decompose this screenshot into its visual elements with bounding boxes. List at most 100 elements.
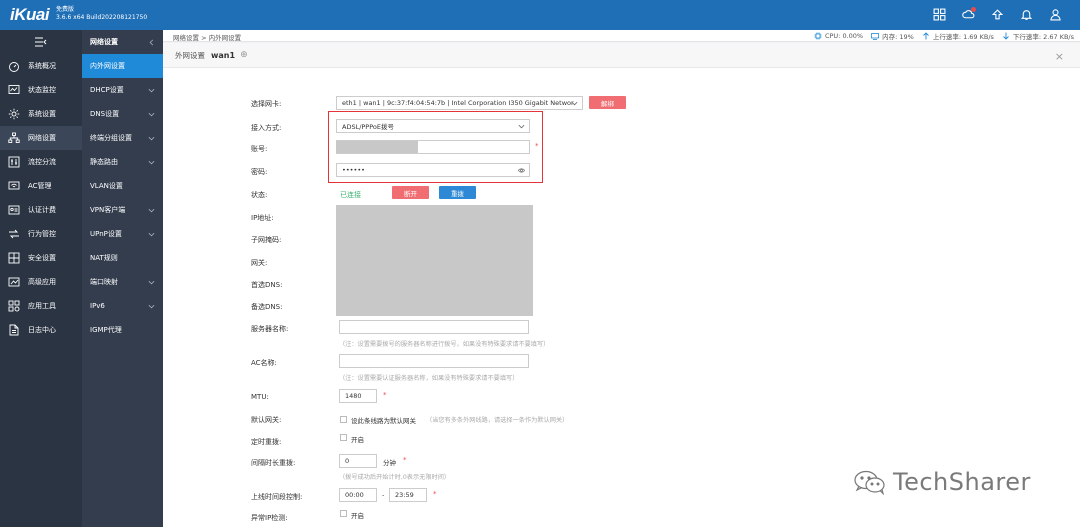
sidebar-item[interactable]: 安全设置 [0,246,82,270]
chevron-left-icon [149,39,154,45]
sidebar-item[interactable]: 日志中心 [0,318,82,342]
subnav-item-label: UPnP设置 [90,230,122,238]
dns1-label: 首选DNS: [251,281,283,289]
online-time-label: 上线时间段控制: [251,493,303,501]
chevron-down-icon [148,112,155,116]
subnav-item-label: VPN客户端 [90,206,126,214]
password-input[interactable]: •••••• [336,163,530,177]
abnormal-ip-checkbox[interactable] [340,510,347,517]
chevron-down-icon [148,160,155,164]
subnav-item[interactable]: DNS设置 [82,102,163,126]
secondary-sidebar: 网络设置 内外网设置 DHCP设置 DNS设置 终端分组设置静态路由 VLAN设置 VPN… [82,30,163,527]
network-icon [8,132,20,143]
memory-text: 内存: 19% [882,33,914,41]
chevron-down-icon [518,124,525,129]
sidebar-item[interactable]: 系统概况 [0,54,82,78]
online-separator: - [382,491,385,499]
access-method-select[interactable]: ADSL/PPPoE拨号 [336,119,530,133]
sidebar-item[interactable]: 应用工具 [0,294,82,318]
cpu-text: CPU: 0.00% [824,32,864,40]
sidebar-item-label: 状态监控 [28,86,56,94]
default-gateway-text: 设此条线路为默认网关 [351,417,416,425]
default-gateway-hint: （当您有多条外网线路，请选择一条作为默认网关） [426,417,569,424]
close-icon[interactable]: × [1055,50,1064,63]
required-mark: * [433,490,437,498]
sidebar-item[interactable]: 状态监控 [0,78,82,102]
online-from-value: 00:00 [345,491,364,499]
cloud-icon[interactable] [962,7,976,21]
logo: iKuai [10,5,50,24]
subnav-item-label: 内外网设置 [90,62,125,70]
version-info: 免费版 3.6.6 x64 Build202208121750 [56,6,147,22]
notification-dot [971,7,976,12]
chevron-down-icon [148,232,155,236]
online-to-value: 23:59 [395,491,414,499]
add-icon[interactable]: ⊕ [240,50,248,60]
subnav-item[interactable]: VPN客户端 [82,198,163,222]
subnav-header[interactable]: 网络设置 [82,30,163,54]
access-method-value: ADSL/PPPoE拨号 [342,123,394,131]
subnav-item[interactable]: NAT规则 [82,246,163,270]
chevron-down-icon [148,304,155,308]
nic-select[interactable]: eth1 | wan1 | 9c:37:f4:04:54:7b | Intel … [336,96,583,110]
status-label: 状态: [251,191,268,199]
abnormal-ip-text: 开启 [351,512,364,520]
unbind-button[interactable]: 解绑 [589,96,626,109]
monitor-icon [8,85,20,94]
subnav-item[interactable]: 端口映射 [82,270,163,294]
interval-input[interactable]: 0 [339,454,377,468]
interval-redial-label: 间隔时长重拨: [251,459,296,467]
subnav-item[interactable]: UPnP设置 [82,222,163,246]
chevron-down-icon [148,136,155,140]
bell-icon[interactable] [1020,8,1033,21]
sidebar-item[interactable]: AC管理 [0,174,82,198]
sidebar-item[interactable]: 系统设置 [0,102,82,126]
timed-redial-text: 开启 [351,436,364,444]
subnav-item-label: 静态路由 [90,158,118,166]
subnav-item[interactable]: VLAN设置 [82,174,163,198]
mtu-input[interactable]: 1480 [339,389,377,403]
online-to-input[interactable]: 23:59 [389,488,427,502]
subnav-item[interactable]: 内外网设置 [82,54,163,78]
grid-icon[interactable] [933,8,946,21]
upload-icon[interactable] [991,8,1004,21]
breadcrumb: 网络设置 > 内外网设置 [173,34,242,42]
subnav-item[interactable]: DHCP设置 [82,78,163,102]
advanced-icon [8,277,20,287]
subnav-item-label: IGMP代理 [90,326,122,334]
sidebar-item[interactable]: 网络设置 [0,126,82,150]
required-mark: * [535,142,539,150]
subnav-item[interactable]: IGMP代理 [82,318,163,342]
upload-rate-text: 上行速率: 1.69 KB/s [932,33,994,41]
online-from-input[interactable]: 00:00 [339,488,377,502]
menu-collapse-icon[interactable] [0,30,82,54]
eye-icon[interactable] [518,167,525,174]
user-icon[interactable] [1049,8,1062,21]
subnav-item[interactable]: IPv6 [82,294,163,318]
subnav-item[interactable]: 静态路由 [82,150,163,174]
subnav-item-label: 端口映射 [90,278,118,286]
timed-redial-checkbox[interactable] [340,434,347,441]
auth-icon [8,205,20,215]
sidebar-item[interactable]: 流控分流 [0,150,82,174]
chevron-down-icon [148,208,155,212]
watermark: TechSharer [853,468,1031,496]
disconnect-button[interactable]: 断开 [392,186,429,199]
password-value: •••••• [342,166,366,174]
ac-name-input[interactable] [339,354,529,368]
sidebar-item[interactable]: 认证计费 [0,198,82,222]
sidebar-item[interactable]: 高级应用 [0,270,82,294]
server-name-hint: （注：设置需要拨号的服务器名称进行拨号，如果没有特殊要求请不要填写） [339,341,550,348]
default-gateway-checkbox[interactable] [340,416,347,423]
mtu-label: MTU: [251,393,269,401]
sidebar-item[interactable]: 行为管控 [0,222,82,246]
status-value: 已连接 [340,191,361,199]
redial-button[interactable]: 重拨 [439,186,476,199]
server-name-input[interactable] [339,320,529,334]
upload-rate-stat: 上行速率: 1.69 KB/s [922,31,994,41]
panel-title: 外网设置 [175,50,205,60]
ac-name-hint: （注：设置需要认证服务器名称，如果没有特殊要求请不要填写） [339,375,519,382]
sidebar-item-label: 流控分流 [28,158,56,166]
subnav-item[interactable]: 终端分组设置 [82,126,163,150]
subnav-item-label: IPv6 [90,302,105,310]
